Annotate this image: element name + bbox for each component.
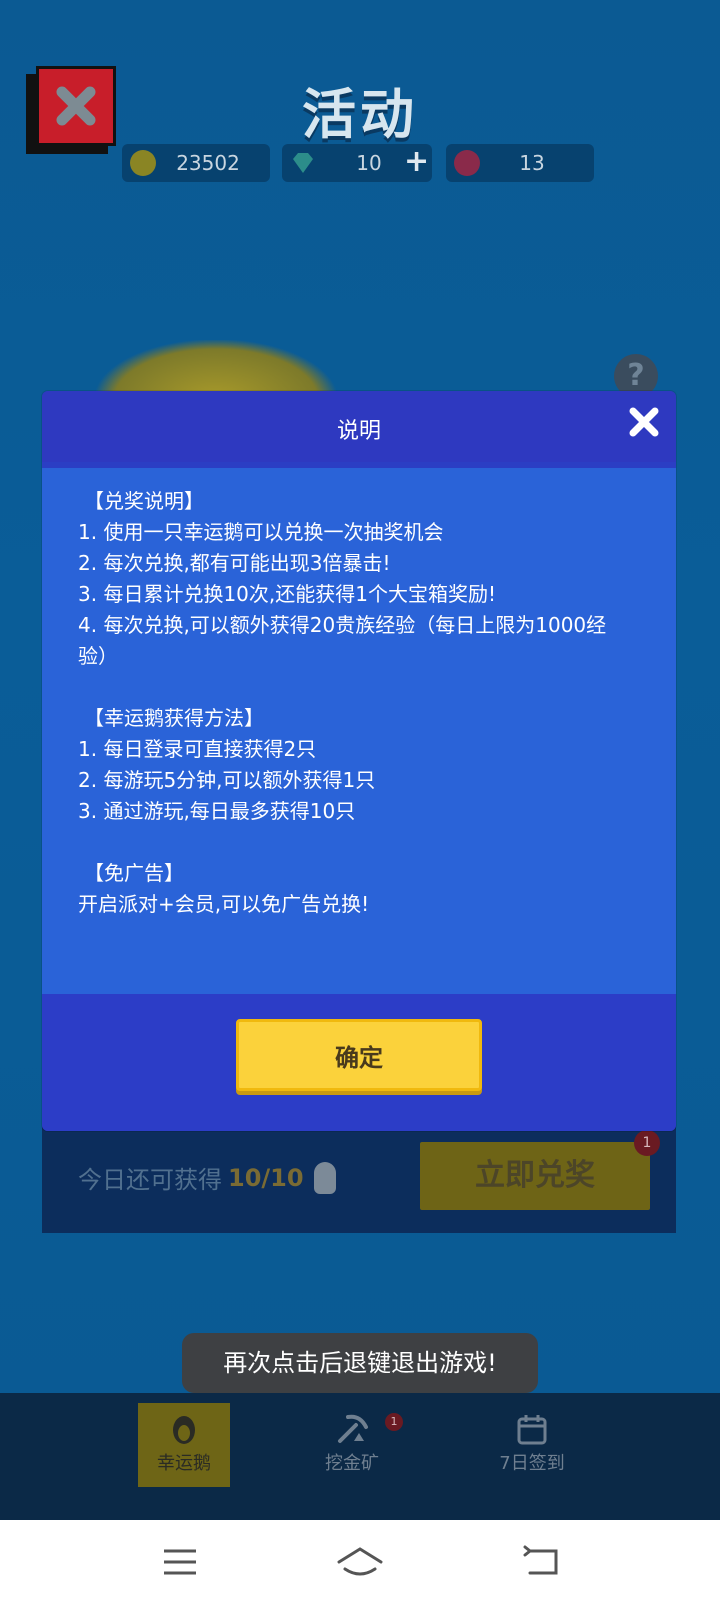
section-heading: 【幸运鹅获得方法】 (84, 706, 264, 730)
rule-line: 2. 每游玩5分钟,可以额外获得1只 (78, 768, 376, 792)
system-nav-bar (0, 1520, 720, 1605)
exit-toast: 再次点击后退键退出游戏! (182, 1333, 538, 1393)
menu-icon (164, 1549, 196, 1575)
back-icon (523, 1545, 558, 1575)
back-button[interactable] (518, 1540, 566, 1584)
rule-line: 3. 通过游玩,每日最多获得10只 (78, 799, 356, 823)
rule-line: 验） (78, 644, 118, 668)
dialog-close-button[interactable] (625, 403, 663, 441)
home-icon (337, 1547, 383, 1576)
rule-line: 1. 每日登录可直接获得2只 (78, 737, 317, 761)
rule-line: 4. 每次兑换,可以额外获得20贵族经验（每日上限为1000经 (78, 613, 607, 637)
section-heading: 【兑奖说明】 (84, 489, 204, 513)
close-icon (629, 407, 659, 437)
app-screen: 活动 23502 10 + 13 ? 今日还可获得 10/10 立即兑奖 1 幸… (0, 0, 720, 1520)
confirm-button[interactable]: 确定 (236, 1019, 482, 1091)
dialog-body: 【兑奖说明】 1. 使用一只幸运鹅可以兑换一次抽奖机会 2. 每次兑换,都有可能… (42, 468, 676, 994)
dialog-title: 说明 (336, 419, 381, 444)
rule-line: 开启派对+会员,可以免广告兑换! (78, 892, 370, 916)
rule-line: 2. 每次兑换,都有可能出现3倍暴击! (78, 551, 391, 575)
recent-apps-button[interactable] (156, 1540, 204, 1584)
rule-line: 1. 使用一只幸运鹅可以兑换一次抽奖机会 (78, 520, 444, 544)
instructions-dialog: 说明 【兑奖说明】 1. 使用一只幸运鹅可以兑换一次抽奖机会 2. 每次兑换,都… (42, 391, 676, 1131)
home-button[interactable] (336, 1540, 384, 1584)
section-heading: 【免广告】 (84, 861, 184, 885)
rule-line: 3. 每日累计兑换10次,还能获得1个大宝箱奖励! (78, 582, 496, 606)
